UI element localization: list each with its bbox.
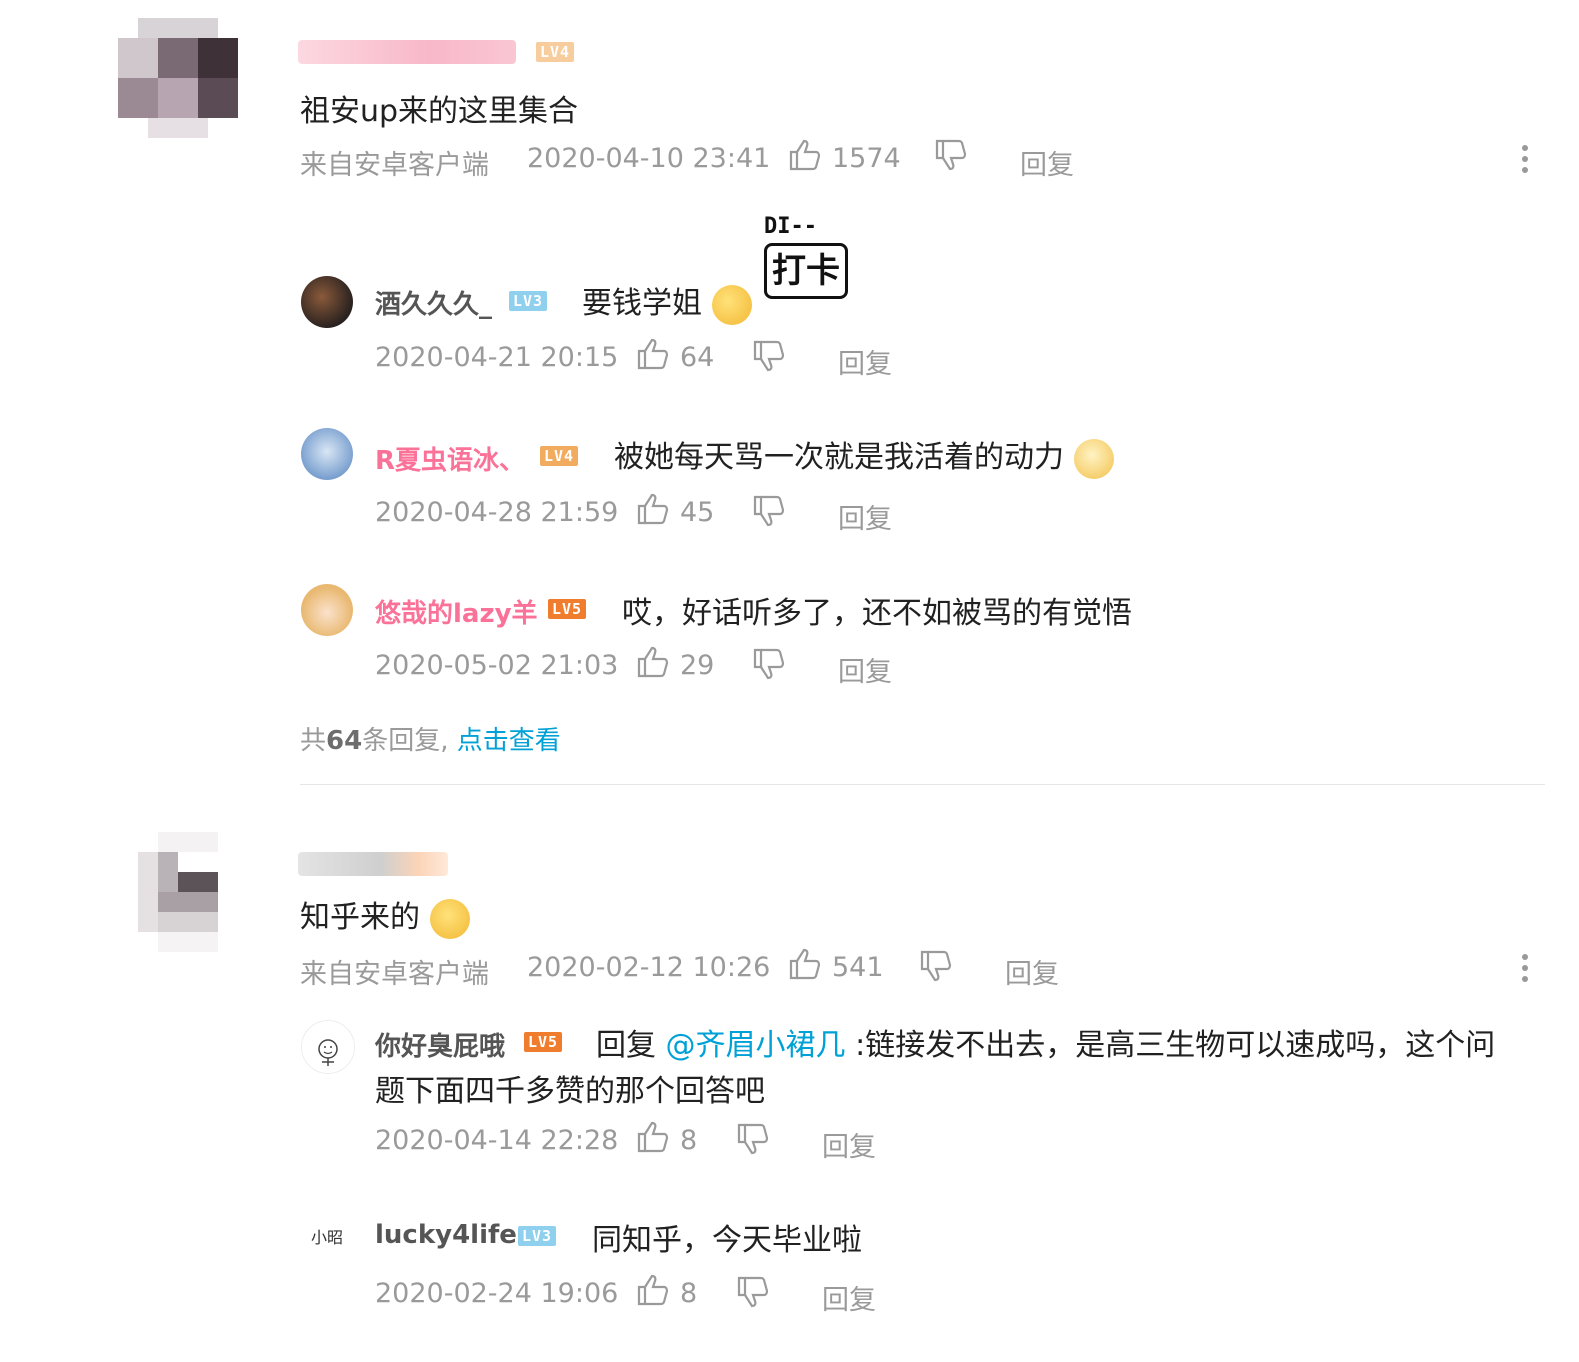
- more-suffix: 条回复,: [362, 726, 449, 756]
- like-count: 64: [680, 342, 715, 373]
- thumb-up-icon: [637, 646, 669, 678]
- dislike-button[interactable]: [752, 339, 786, 375]
- view-replies-link[interactable]: 点击查看: [457, 726, 561, 756]
- more-prefix: 共: [300, 726, 327, 756]
- like-button[interactable]: [636, 337, 670, 373]
- comment-source: 来自安卓客户端: [300, 959, 489, 990]
- reply-button[interactable]: 回复: [1020, 143, 1074, 182]
- reply-username[interactable]: lucky4life: [375, 1220, 517, 1250]
- reply-button[interactable]: 回复: [1005, 952, 1059, 991]
- reply-content: 哎，好话听多了，还不如被骂的有觉悟: [622, 596, 1132, 631]
- emoji-doge-icon: [1073, 438, 1114, 479]
- user-avatar-blurred[interactable]: [138, 832, 238, 952]
- emoji-money-icon: [711, 284, 752, 325]
- username-blurred[interactable]: [298, 852, 448, 876]
- reply-time: 2020-04-28 21:59: [375, 497, 619, 528]
- reply-content-line2: 题下面四千多赞的那个回答吧: [375, 1074, 765, 1109]
- comment-time: 2020-04-10 23:41: [527, 143, 771, 174]
- mention-link[interactable]: @齐眉小裙几: [666, 1028, 846, 1063]
- avatar[interactable]: [301, 584, 353, 636]
- like-count: 8: [680, 1125, 698, 1156]
- comment-content: 知乎来的: [300, 892, 470, 939]
- level-badge: LV4: [536, 42, 575, 62]
- avatar[interactable]: 小昭: [301, 1212, 353, 1264]
- thumb-down-icon: [737, 1276, 769, 1308]
- like-button[interactable]: [636, 1120, 670, 1156]
- level-badge: LV5: [548, 599, 587, 619]
- reply-username[interactable]: 悠哉的lazy羊: [375, 593, 538, 630]
- dislike-button[interactable]: [752, 647, 786, 683]
- dislike-button[interactable]: [736, 1275, 770, 1311]
- reply-button[interactable]: 回复: [838, 650, 892, 689]
- thumb-up-icon: [637, 493, 669, 525]
- more-replies: 共64条回复, 点击查看: [300, 720, 561, 757]
- level-badge: LV5: [524, 1032, 563, 1052]
- thumb-up-icon: [637, 1274, 669, 1306]
- reply-button[interactable]: 回复: [822, 1125, 876, 1164]
- avatar-text: 小昭: [310, 1228, 343, 1247]
- reply-time: 2020-04-14 22:28: [375, 1125, 619, 1156]
- like-button[interactable]: [788, 138, 822, 174]
- like-button[interactable]: [788, 947, 822, 983]
- reply-username[interactable]: 你好臭屁哦: [375, 1026, 505, 1063]
- like-count: 8: [680, 1278, 698, 1309]
- like-button[interactable]: [636, 645, 670, 681]
- username-blurred[interactable]: [298, 40, 516, 64]
- thumb-up-icon: [637, 338, 669, 370]
- more-vertical-icon[interactable]: [1521, 951, 1529, 987]
- reply-content: 同知乎，今天毕业啦: [592, 1223, 862, 1258]
- reply-time: 2020-02-24 19:06: [375, 1278, 619, 1309]
- thumb-down-icon: [753, 648, 785, 680]
- reply-count: 64: [326, 726, 363, 756]
- like-count: 45: [680, 497, 715, 528]
- reply-button[interactable]: 回复: [822, 1278, 876, 1317]
- thumb-up-icon: [789, 948, 821, 980]
- user-avatar-blurred[interactable]: [118, 18, 238, 138]
- like-button[interactable]: [636, 1273, 670, 1309]
- sticker-daka: DI-- 打卡: [764, 214, 864, 314]
- comment-time: 2020-02-12 10:26: [527, 952, 771, 983]
- like-count: 1574: [832, 143, 901, 174]
- reply-content: 被她每天骂一次就是我活着的动力: [614, 432, 1114, 479]
- comment-content: 祖安up来的这里集合: [300, 94, 579, 129]
- thumb-down-icon: [753, 340, 785, 372]
- reply-content: 要钱学姐: [582, 278, 752, 325]
- level-badge: LV3: [509, 291, 548, 311]
- level-badge: LV4: [540, 446, 579, 466]
- thumb-down-icon: [753, 495, 785, 527]
- dislike-button[interactable]: [919, 949, 953, 985]
- like-button[interactable]: [636, 492, 670, 528]
- reply-username[interactable]: R夏虫语冰、: [375, 440, 525, 477]
- comment-divider: [300, 784, 1545, 785]
- emoji-grin-icon: [429, 898, 470, 939]
- avatar[interactable]: [301, 428, 353, 480]
- sticker-label: 打卡: [764, 243, 848, 299]
- avatar[interactable]: [301, 1020, 355, 1074]
- level-badge: LV3: [518, 1226, 557, 1246]
- thumb-down-icon: [935, 139, 967, 171]
- reply-username[interactable]: 酒久久久_: [375, 284, 492, 321]
- thumb-up-icon: [789, 139, 821, 171]
- sticker-caption: DI--: [764, 214, 817, 239]
- reply-time: 2020-04-21 20:15: [375, 342, 619, 373]
- dislike-button[interactable]: [934, 138, 968, 174]
- thumb-up-icon: [637, 1121, 669, 1153]
- smiley-face-icon: [318, 1039, 338, 1066]
- thumb-down-icon: [920, 950, 952, 982]
- more-vertical-icon[interactable]: [1521, 142, 1529, 178]
- avatar[interactable]: [301, 276, 353, 328]
- reply-prefix: 回复: [596, 1028, 656, 1063]
- comment-source: 来自安卓客户端: [300, 150, 489, 181]
- reply-text-line1: :链接发不出去，是高三生物可以速成吗，这个问: [855, 1028, 1496, 1063]
- reply-button[interactable]: 回复: [838, 497, 892, 536]
- thumb-down-icon: [737, 1123, 769, 1155]
- dislike-button[interactable]: [736, 1122, 770, 1158]
- like-count: 29: [680, 650, 715, 681]
- reply-time: 2020-05-02 21:03: [375, 650, 619, 681]
- like-count: 541: [832, 952, 884, 983]
- reply-content: 回复 @齐眉小裙几 :链接发不出去，是高三生物可以速成吗，这个问: [596, 1020, 1495, 1064]
- dislike-button[interactable]: [752, 494, 786, 530]
- reply-button[interactable]: 回复: [838, 342, 892, 381]
